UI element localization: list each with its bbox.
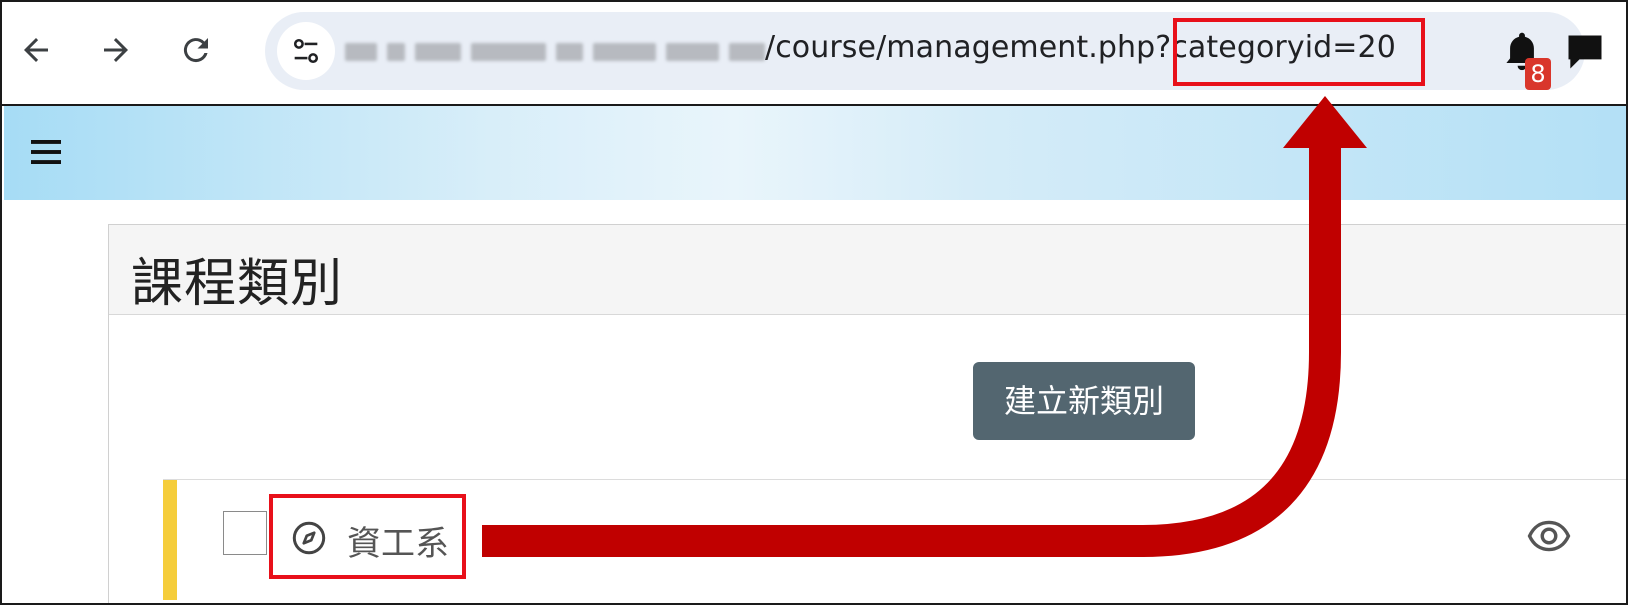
forward-button[interactable] bbox=[90, 24, 142, 76]
page-header: 課程類別 bbox=[109, 225, 1626, 315]
chat-icon[interactable] bbox=[1562, 30, 1608, 74]
arrow-right-icon bbox=[104, 38, 128, 62]
blurred-domain bbox=[345, 38, 765, 66]
url-highlight-box bbox=[1173, 18, 1425, 86]
eye-icon[interactable] bbox=[1527, 518, 1571, 554]
tune-icon bbox=[293, 38, 319, 64]
arrow-left-icon bbox=[24, 38, 48, 62]
notification-badge: 8 bbox=[1525, 58, 1551, 90]
create-category-button[interactable]: 建立新類別 bbox=[973, 362, 1195, 440]
hamburger-icon[interactable] bbox=[28, 134, 64, 170]
category-highlight-box bbox=[269, 494, 466, 579]
page-title: 課程類別 bbox=[131, 254, 344, 314]
site-header bbox=[4, 106, 1626, 200]
screenshot-frame: /course/management.php?categoryid=20 8 課… bbox=[0, 0, 1628, 605]
back-button[interactable] bbox=[10, 24, 62, 76]
site-info-button[interactable] bbox=[277, 22, 335, 80]
reload-icon bbox=[183, 38, 208, 63]
reload-button[interactable] bbox=[170, 24, 222, 76]
category-checkbox[interactable] bbox=[223, 511, 267, 555]
